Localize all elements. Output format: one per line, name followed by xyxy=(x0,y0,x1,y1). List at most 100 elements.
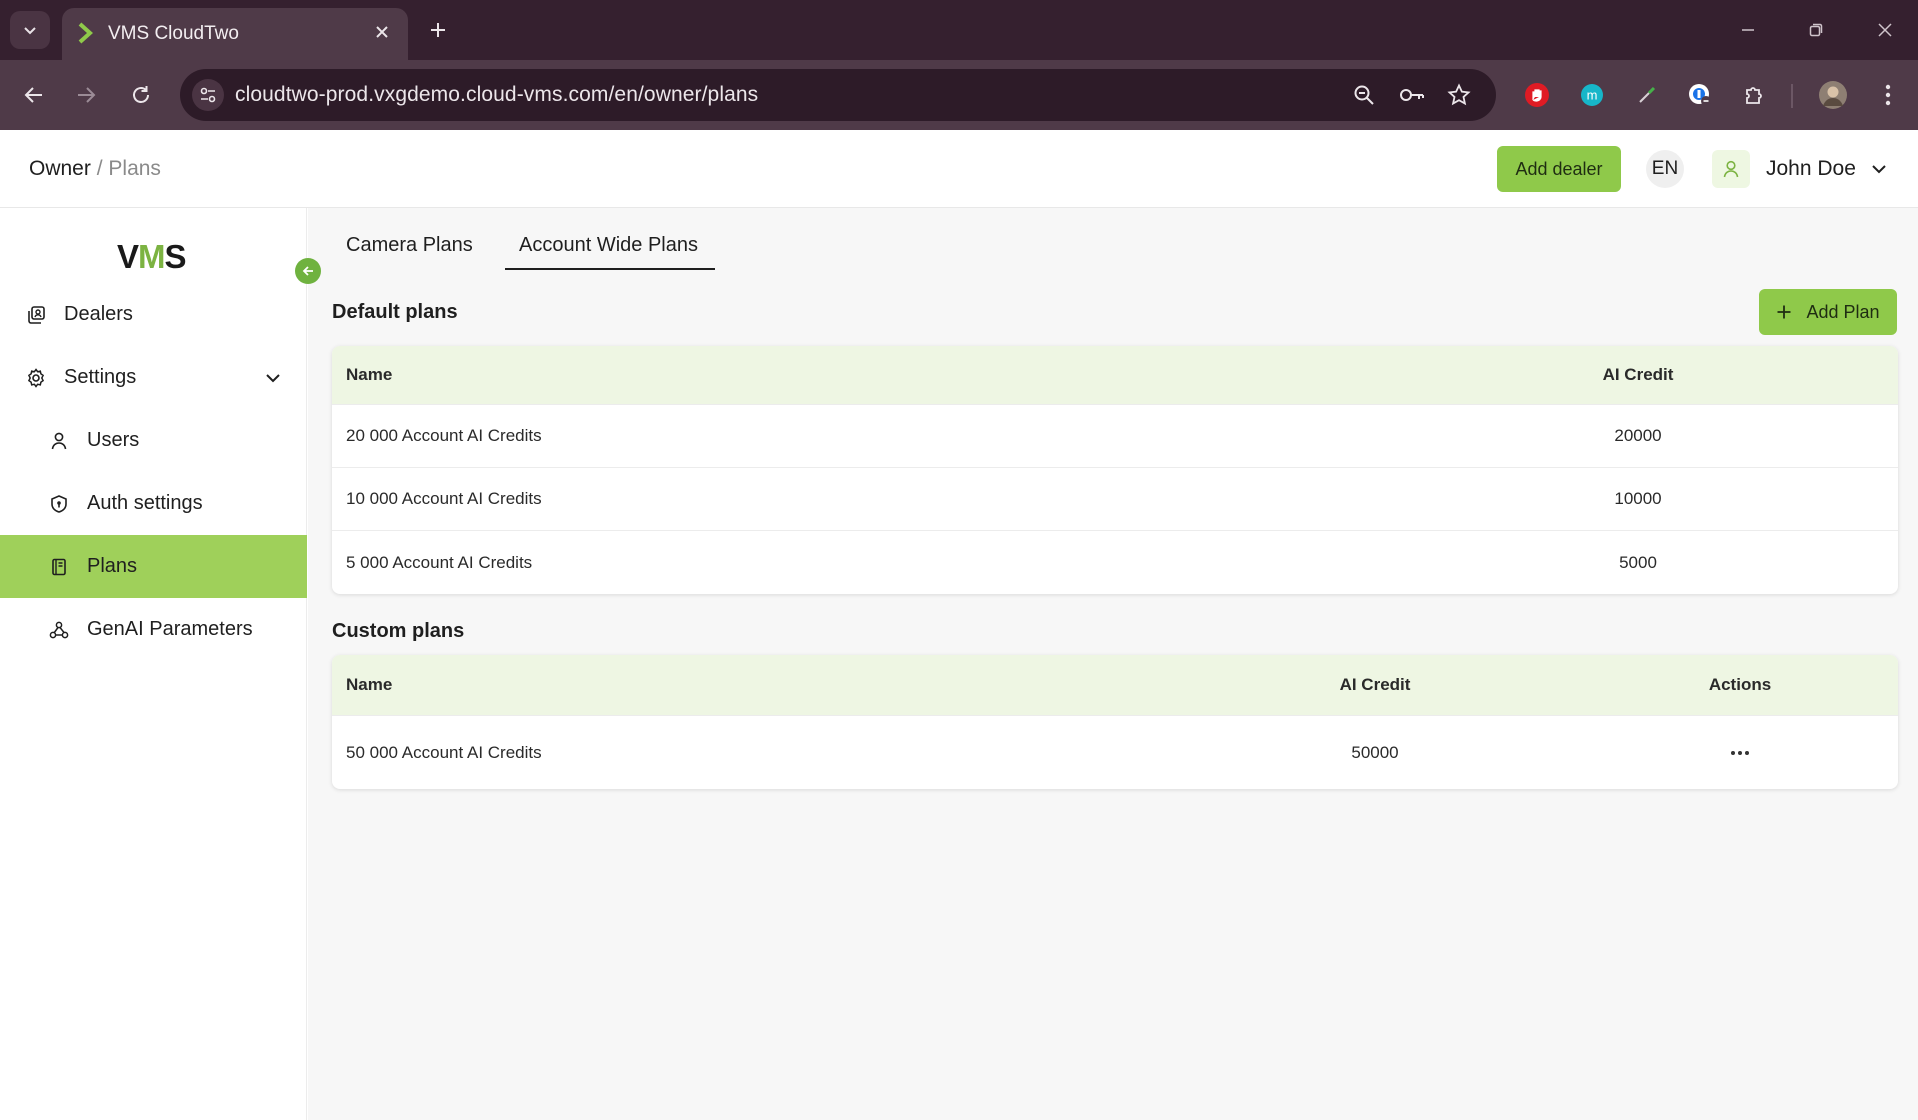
url-text[interactable]: cloudtwo-prod.vxgdemo.cloud-vms.com/en/o… xyxy=(235,83,758,107)
chevron-down-icon xyxy=(1872,165,1886,174)
browser-tab-active[interactable]: VMS CloudTwo xyxy=(62,8,408,60)
sidebar-item-label: Auth settings xyxy=(87,492,203,514)
arrow-left-icon xyxy=(24,87,42,103)
avatar[interactable] xyxy=(1712,150,1750,188)
table-row[interactable]: 10 000 Account AI Credits 10000 xyxy=(332,467,1898,530)
browser-menu-button[interactable] xyxy=(1872,79,1904,111)
tune-icon xyxy=(200,87,216,103)
plan-credit: 20000 xyxy=(1614,426,1662,445)
sidebar-item-label: Settings xyxy=(64,366,137,388)
main-content: Camera Plans Account Wide Plans Default … xyxy=(308,208,1918,1120)
site-info-button[interactable] xyxy=(192,79,224,111)
gear-icon xyxy=(24,366,48,390)
svg-text:m: m xyxy=(1587,88,1598,103)
language-selector[interactable]: EN xyxy=(1646,150,1684,188)
add-plan-label: Add Plan xyxy=(1806,301,1880,322)
plan-name: 50 000 Account AI Credits xyxy=(346,742,542,762)
key-icon xyxy=(1400,89,1424,101)
plus-icon xyxy=(431,23,445,37)
webhook-icon xyxy=(47,618,71,642)
tab-search-button[interactable] xyxy=(10,11,50,49)
ublock-icon[interactable] xyxy=(1521,79,1553,111)
vms-logo: VMS xyxy=(117,238,187,275)
default-plans-table: Name AI Credit 20 000 Account AI Credits… xyxy=(332,346,1898,594)
user-name[interactable]: John Doe xyxy=(1766,157,1856,181)
breadcrumb-current: Plans xyxy=(108,157,161,180)
dealers-icon xyxy=(24,303,48,327)
toolbar-separator xyxy=(1791,84,1793,108)
breadcrumb-separator: / xyxy=(96,157,103,180)
active-tab-indicator xyxy=(505,268,715,270)
chevron-down-icon xyxy=(24,27,36,35)
app-header: Owner / Plans Add dealer EN John Doe xyxy=(0,130,1918,208)
column-header-name[interactable]: Name xyxy=(346,675,392,695)
back-button[interactable] xyxy=(18,79,50,111)
column-header-ai-credit[interactable]: AI Credit xyxy=(1340,675,1411,695)
sidebar-item-dealers[interactable]: Dealers xyxy=(0,283,307,346)
eyedropper-icon[interactable] xyxy=(1631,79,1663,111)
sidebar-item-plans[interactable]: Plans xyxy=(0,535,307,598)
sidebar-item-label: Plans xyxy=(87,555,138,577)
puzzle-icon xyxy=(1746,87,1762,104)
add-plan-button[interactable]: Add Plan xyxy=(1759,289,1897,335)
sidebar-item-settings[interactable]: Settings xyxy=(0,346,307,409)
table-row[interactable]: 5 000 Account AI Credits 5000 xyxy=(332,530,1898,594)
column-header-name[interactable]: Name xyxy=(346,365,392,385)
plan-name: 5 000 Account AI Credits xyxy=(346,552,533,572)
user-icon xyxy=(47,429,71,453)
table-row[interactable]: 50 000 Account AI Credits 50000 xyxy=(332,715,1898,789)
m-extension-icon[interactable]: m xyxy=(1576,79,1608,111)
profile-photo-icon xyxy=(1819,81,1847,109)
user-menu-toggle[interactable] xyxy=(1866,156,1892,182)
window-close-button[interactable] xyxy=(1869,14,1901,46)
forward-button[interactable] xyxy=(70,79,102,111)
password-key-button[interactable] xyxy=(1398,81,1426,109)
plans-tabs: Camera Plans Account Wide Plans xyxy=(308,208,1918,272)
more-horiz-icon xyxy=(1728,743,1752,763)
zoom-button[interactable] xyxy=(1350,81,1378,109)
reload-icon xyxy=(133,86,149,103)
column-header-ai-credit[interactable]: AI Credit xyxy=(1603,365,1674,385)
address-bar[interactable]: cloudtwo-prod.vxgdemo.cloud-vms.com/en/o… xyxy=(180,69,1496,121)
row-actions-button[interactable] xyxy=(1728,743,1752,763)
ublock-icon-shape xyxy=(1525,83,1549,107)
user-icon xyxy=(1723,160,1739,178)
password-manager-shape xyxy=(1689,84,1711,106)
plan-name: 10 000 Account AI Credits xyxy=(346,489,542,508)
tab-close-button[interactable] xyxy=(370,20,394,44)
reload-button[interactable] xyxy=(125,79,157,111)
close-icon xyxy=(1878,23,1892,37)
m-circle-icon: m xyxy=(1581,84,1603,106)
more-vert-icon xyxy=(1885,84,1891,106)
arrow-right-icon xyxy=(78,87,96,103)
arrow-left-icon xyxy=(302,266,313,276)
browser-tabstrip: VMS CloudTwo xyxy=(0,0,1918,60)
window-restore-button[interactable] xyxy=(1800,14,1832,46)
tab-account-wide-plans[interactable]: Account Wide Plans xyxy=(519,234,698,257)
sidebar-item-auth-settings[interactable]: Auth settings xyxy=(0,472,307,535)
chevron-down-icon xyxy=(261,366,285,390)
tab-title: VMS CloudTwo xyxy=(108,23,239,44)
password-manager-icon[interactable] xyxy=(1684,79,1716,111)
table-row[interactable]: 20 000 Account AI Credits 20000 xyxy=(332,404,1898,467)
sidebar-collapse-button[interactable] xyxy=(295,258,321,284)
sidebar-item-label: GenAI Parameters xyxy=(87,618,253,640)
plus-icon xyxy=(1776,304,1792,320)
sidebar-item-users[interactable]: Users xyxy=(0,409,307,472)
profile-avatar-icon[interactable] xyxy=(1817,79,1849,111)
sidebar-item-genai-parameters[interactable]: GenAI Parameters xyxy=(0,598,307,661)
minimize-icon xyxy=(1742,29,1754,31)
restore-icon xyxy=(1809,23,1823,37)
plan-name: 20 000 Account AI Credits xyxy=(346,426,542,445)
shield-icon xyxy=(47,492,71,516)
browser-toolbar: cloudtwo-prod.vxgdemo.cloud-vms.com/en/o… xyxy=(0,60,1918,130)
tab-camera-plans[interactable]: Camera Plans xyxy=(346,234,473,257)
sidebar-item-label: Dealers xyxy=(64,303,133,325)
bookmark-button[interactable] xyxy=(1445,81,1473,109)
new-tab-button[interactable] xyxy=(424,16,452,44)
window-minimize-button[interactable] xyxy=(1732,14,1764,46)
eyedropper-shape xyxy=(1639,86,1656,103)
breadcrumb-owner[interactable]: Owner xyxy=(29,157,91,180)
add-dealer-button[interactable]: Add dealer xyxy=(1497,146,1621,192)
extensions-puzzle-icon[interactable] xyxy=(1739,79,1771,111)
